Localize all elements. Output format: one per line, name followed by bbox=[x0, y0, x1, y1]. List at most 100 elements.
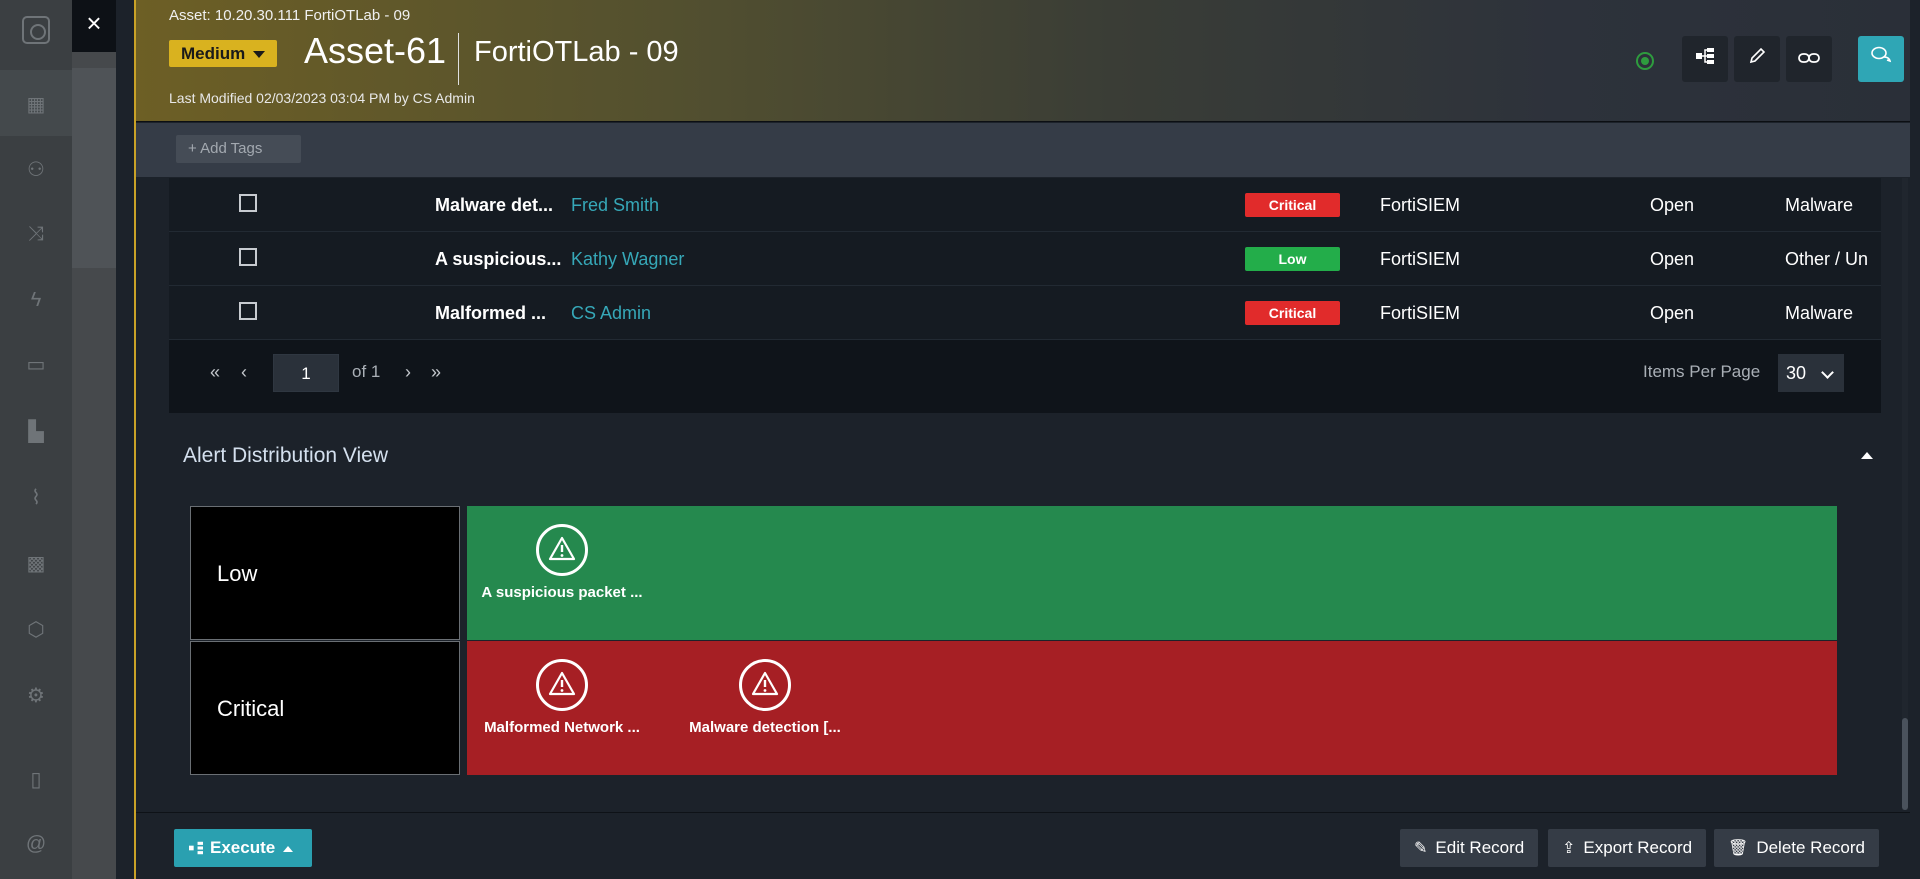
record-footer: Execute ✎ Edit Record ⇪ Export Record 🗑 Del… bbox=[136, 812, 1910, 879]
alert-title[interactable]: Malware det... bbox=[435, 178, 553, 232]
alert-assignee[interactable]: Fred Smith bbox=[571, 178, 659, 232]
distribution-alert-label: A suspicious packet ... bbox=[481, 584, 643, 601]
alert-type: Other / Un bbox=[1785, 249, 1869, 269]
row-checkbox[interactable] bbox=[239, 248, 257, 266]
background-page-strip bbox=[72, 68, 116, 268]
execute-label: Execute bbox=[210, 838, 276, 857]
alert-type: Malware bbox=[1785, 303, 1854, 323]
last-modified: Last Modified 02/03/2023 03:04 PM by CS … bbox=[169, 90, 475, 106]
export-record-label: Export Record bbox=[1583, 838, 1693, 857]
edit-icon bbox=[1749, 47, 1766, 64]
link-button[interactable] bbox=[1786, 36, 1832, 82]
chevron-up-icon bbox=[283, 845, 294, 852]
page-title: Asset-61 bbox=[304, 30, 447, 71]
execute-button[interactable]: Execute bbox=[174, 829, 312, 867]
row-checkbox[interactable] bbox=[239, 302, 257, 320]
alert-assignee[interactable]: Kathy Wagner bbox=[571, 232, 684, 286]
edit-record-button[interactable]: ✎ Edit Record bbox=[1400, 829, 1539, 867]
table-row[interactable]: Malware det... Fred Smith Critical Forti… bbox=[169, 178, 1881, 232]
items-per-page-select[interactable]: 30 bbox=[1778, 354, 1844, 392]
close-panel-button[interactable]: × bbox=[72, 0, 116, 52]
alert-title[interactable]: Malformed ... bbox=[435, 286, 546, 340]
app-logo[interactable] bbox=[22, 16, 50, 44]
shuffle-icon[interactable]: ⤨ bbox=[24, 222, 48, 246]
table-row[interactable]: A suspicious... Kathy Wagner Low FortiSI… bbox=[169, 232, 1881, 286]
playbook-icon bbox=[189, 841, 203, 855]
severity-label: Medium bbox=[181, 44, 246, 63]
title-divider bbox=[458, 33, 459, 85]
items-per-page-label: Items Per Page bbox=[1643, 362, 1761, 381]
lane-label-critical: Critical bbox=[190, 641, 460, 775]
playbook-button[interactable] bbox=[1682, 36, 1728, 82]
factory-icon[interactable]: ▙ bbox=[24, 420, 48, 444]
lane-critical: Malformed Network ... Malware detection … bbox=[467, 641, 1837, 775]
close-icon: × bbox=[86, 8, 102, 38]
incidents-icon[interactable]: ⚇ bbox=[24, 158, 48, 182]
add-tags-button[interactable]: + Add Tags bbox=[176, 135, 301, 163]
alert-status: Open bbox=[1650, 195, 1695, 215]
lane-label-low: Low bbox=[190, 506, 460, 640]
last-page-button[interactable]: » bbox=[431, 362, 441, 383]
first-page-button[interactable]: « bbox=[210, 362, 220, 383]
comments-button[interactable] bbox=[1858, 36, 1904, 82]
severity-badge: Critical bbox=[1245, 193, 1340, 217]
distribution-alert-label: Malformed Network ... bbox=[484, 719, 640, 736]
next-page-button[interactable]: › bbox=[405, 362, 411, 383]
severity-badge: Critical bbox=[1245, 301, 1340, 325]
alert-assignee[interactable]: CS Admin bbox=[571, 286, 651, 340]
at-icon[interactable]: @ bbox=[24, 832, 48, 856]
prev-page-button[interactable]: ‹ bbox=[241, 362, 247, 383]
distribution-alert[interactable]: Malformed Network ... bbox=[467, 659, 657, 736]
tag-bar: + Add Tags bbox=[136, 123, 1910, 177]
widgets-icon[interactable]: ▩ bbox=[24, 552, 48, 576]
panel-scrollbar[interactable] bbox=[1902, 178, 1908, 810]
severity-dropdown[interactable]: Medium bbox=[169, 40, 278, 67]
briefcase-icon[interactable]: ▭ bbox=[24, 353, 48, 377]
comments-icon bbox=[1871, 46, 1892, 63]
playbook-icon bbox=[1696, 48, 1714, 64]
edit-icon: ✎ bbox=[1414, 840, 1428, 857]
alert-type: Malware bbox=[1785, 195, 1854, 215]
distribution-alert-label: Malware detection [... bbox=[689, 719, 841, 736]
warning-icon bbox=[536, 524, 588, 576]
record-header: Asset: 10.20.30.111 FortiOTLab - 09 Medi… bbox=[136, 0, 1910, 122]
export-record-button[interactable]: ⇪ Export Record bbox=[1548, 829, 1707, 867]
alert-status: Open bbox=[1650, 249, 1695, 269]
distribution-alert[interactable]: A suspicious packet ... bbox=[467, 524, 657, 601]
link-icon bbox=[1798, 53, 1820, 63]
edit-record-label: Edit Record bbox=[1435, 838, 1525, 857]
dashboard-icon[interactable]: ▦ bbox=[24, 93, 48, 117]
settings-icon[interactable]: ⚙ bbox=[24, 684, 48, 708]
bolt-icon[interactable]: ϟ bbox=[24, 288, 48, 312]
live-status-icon bbox=[1636, 52, 1654, 70]
delete-record-button[interactable]: 🗑 Delete Record bbox=[1714, 829, 1879, 867]
shield-icon[interactable]: ⬡ bbox=[24, 618, 48, 642]
collapse-section-icon[interactable] bbox=[1861, 452, 1873, 459]
alert-source: FortiSIEM bbox=[1380, 195, 1461, 215]
page-number-input[interactable]: 1 bbox=[273, 354, 339, 392]
distribution-alert[interactable]: Malware detection [... bbox=[670, 659, 860, 736]
alert-source: FortiSIEM bbox=[1380, 303, 1461, 323]
alert-source: FortiSIEM bbox=[1380, 249, 1461, 269]
trash-icon[interactable]: ▯ bbox=[24, 768, 48, 792]
row-checkbox[interactable] bbox=[239, 194, 257, 212]
chart-icon[interactable]: ⌇ bbox=[24, 486, 48, 510]
scrollbar-thumb[interactable] bbox=[1902, 718, 1908, 810]
trash-icon: 🗑 bbox=[1728, 840, 1749, 857]
pagination: « ‹ 1 of 1 › » Items Per Page 30 bbox=[169, 340, 1881, 413]
delete-record-label: Delete Record bbox=[1756, 838, 1865, 857]
page-subtitle: FortiOTLab - 09 bbox=[474, 36, 679, 68]
asset-path: Asset: 10.20.30.111 FortiOTLab - 09 bbox=[169, 7, 411, 24]
table-row[interactable]: Malformed ... CS Admin Critical FortiSIE… bbox=[169, 286, 1881, 340]
severity-badge: Low bbox=[1245, 247, 1340, 271]
export-icon: ⇪ bbox=[1562, 840, 1576, 857]
lane-low: A suspicious packet ... bbox=[467, 506, 1837, 640]
alerts-table: Malware det... Fred Smith Critical Forti… bbox=[169, 178, 1881, 413]
section-title: Alert Distribution View bbox=[183, 444, 389, 467]
left-nav: ▦ ⚇ ⤨ ϟ ▭ ▙ ⌇ ▩ ⬡ ⚙ ▯ @ bbox=[0, 0, 72, 879]
alert-status: Open bbox=[1650, 303, 1695, 323]
warning-icon bbox=[739, 659, 791, 711]
warning-icon bbox=[536, 659, 588, 711]
edit-button[interactable] bbox=[1734, 36, 1780, 82]
alert-title[interactable]: A suspicious... bbox=[435, 232, 561, 286]
